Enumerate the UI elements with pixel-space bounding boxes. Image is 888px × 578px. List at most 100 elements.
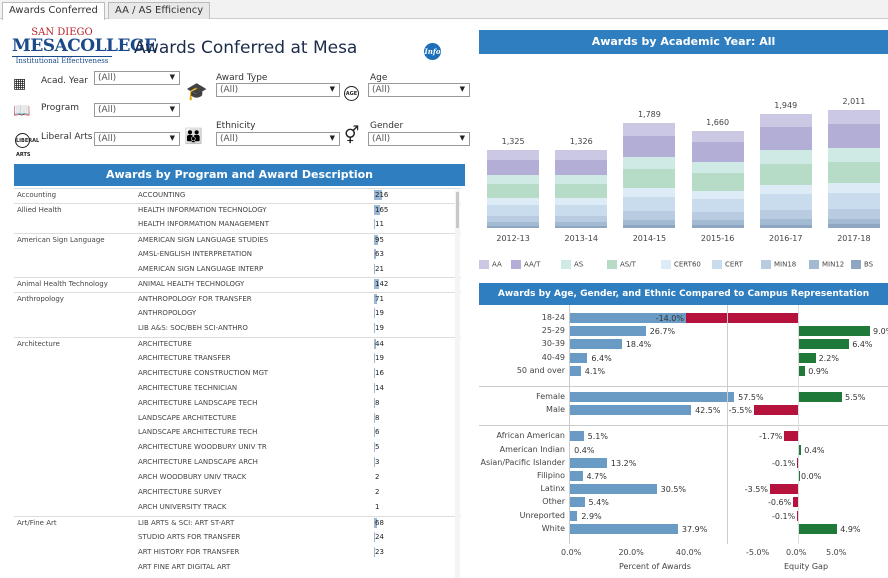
table-row[interactable]: ARCHITECTURE LANDSCAPE TECH 8: [14, 397, 461, 409]
table-row[interactable]: LIB A&S: SOC/BEH SCI-ANTHRO 19: [14, 322, 461, 334]
year-bar-2017-18[interactable]: [827, 110, 880, 228]
table-row[interactable]: ARCH WOODBURY UNIV TRACK 2: [14, 471, 461, 483]
legend-item-min18[interactable]: MIN18: [761, 260, 796, 269]
percent-bar[interactable]: [569, 326, 646, 337]
table-row[interactable]: HEALTH INFORMATION MANAGEMENT 11: [14, 218, 461, 230]
gap-bar[interactable]: [798, 352, 816, 363]
x-tick-right: -5.0%: [746, 548, 770, 557]
award-description: ARCHITECTURE SURVEY: [138, 488, 222, 496]
bar-segment-bs: [555, 225, 608, 228]
year-total-label: 1,949: [774, 100, 798, 110]
gap-bar[interactable]: [784, 431, 798, 442]
legend-item-cert60[interactable]: CERT60: [661, 260, 701, 269]
info-icon[interactable]: Info: [424, 43, 441, 60]
percent-bar[interactable]: [569, 405, 692, 416]
table-row[interactable]: AMERICAN SIGN LANGUAGE INTERP 21: [14, 263, 461, 275]
percent-bar[interactable]: [569, 392, 735, 402]
gender-select[interactable]: (All) ▼: [368, 132, 470, 146]
year-bar-2015-16[interactable]: [691, 130, 744, 228]
chevron-down-icon: ▼: [329, 134, 335, 142]
table-row[interactable]: Architecture ARCHITECTURE 44: [14, 337, 461, 349]
award-description: ACCOUNTING: [138, 191, 186, 199]
table-row[interactable]: ANTHROPOLOGY 19: [14, 307, 461, 319]
year-bar-2014-15[interactable]: [623, 123, 676, 228]
table-row[interactable]: ARCHITECTURE TRANSFER 19: [14, 352, 461, 364]
table-row[interactable]: Accounting ACCOUNTING 216: [14, 188, 461, 200]
acad-year-select[interactable]: (All) ▼: [94, 71, 180, 85]
legend-item-as[interactable]: AS: [561, 260, 583, 269]
gap-bar[interactable]: [770, 484, 798, 495]
legend-item-min12[interactable]: MIN12: [809, 260, 844, 269]
bar-segment-min18: [691, 212, 744, 221]
bar-segment-aa: [827, 110, 880, 125]
gap-bar[interactable]: [798, 392, 842, 402]
tab-aa-as-efficiency[interactable]: AA / AS Efficiency: [108, 2, 211, 19]
gap-bar[interactable]: [754, 405, 798, 416]
gap-bar[interactable]: [798, 339, 850, 350]
chevron-down-icon: ▼: [459, 134, 465, 142]
percent-bar[interactable]: [569, 497, 585, 508]
gap-bar[interactable]: [686, 313, 798, 323]
percent-bar[interactable]: [569, 339, 622, 350]
scrollbar-track[interactable]: [455, 190, 460, 578]
year-bar-2016-17[interactable]: [759, 113, 812, 228]
table-row[interactable]: LANDSCAPE ARCHITECTURE TECH 6: [14, 426, 461, 438]
percent-bar[interactable]: [569, 352, 588, 363]
award-type-select[interactable]: (All) ▼: [216, 83, 340, 97]
bar-segment-min18: [827, 209, 880, 219]
legend-item-bs[interactable]: BS: [851, 260, 873, 269]
tab-awards-conferred[interactable]: Awards Conferred: [2, 2, 105, 20]
percent-bar[interactable]: [569, 431, 584, 442]
percent-bar[interactable]: [569, 471, 583, 481]
percent-bar[interactable]: [569, 365, 581, 376]
legend-item-aa-t[interactable]: AA/T: [511, 260, 540, 269]
liberal-arts-select[interactable]: (All) ▼: [94, 132, 180, 146]
tab-bar: Awards Conferred AA / AS Efficiency: [0, 0, 888, 20]
gap-value: 6.4%: [852, 340, 873, 350]
table-row[interactable]: Anthropology ANTHROPOLOGY FOR TRANSFER 71: [14, 292, 461, 305]
ethnicity-label: Ethnicity: [216, 121, 256, 131]
table-row[interactable]: ARCHITECTURE SURVEY 2: [14, 486, 461, 498]
table-row[interactable]: ARCHITECTURE WOODBURY UNIV TR 5: [14, 441, 461, 453]
age-select[interactable]: (All) ▼: [368, 83, 470, 97]
table-row[interactable]: LANDSCAPE ARCHITECTURE 8: [14, 412, 461, 424]
ethnicity-select[interactable]: (All) ▼: [216, 132, 340, 146]
x-axis-title-left: Percent of Awards: [619, 562, 691, 571]
percent-bar[interactable]: [569, 484, 657, 495]
table-row[interactable]: ARCH UNIVERSITY TRACK 1: [14, 501, 461, 513]
legend-item-as-t[interactable]: AS/T: [607, 260, 636, 269]
table-row[interactable]: ART FINE ART DIGITAL ART: [14, 561, 461, 573]
legend-label: CERT: [725, 260, 743, 269]
table-row[interactable]: ARCHITECTURE TECHNICIAN 14: [14, 382, 461, 394]
table-row[interactable]: STUDIO ARTS FOR TRANSFER 24: [14, 531, 461, 543]
table-row[interactable]: Animal Health Technology ANIMAL HEALTH TE…: [14, 277, 461, 290]
legend-item-cert[interactable]: CERT: [712, 260, 743, 269]
bar-segment-cert: [759, 193, 812, 210]
gap-bar[interactable]: [798, 523, 838, 534]
table-row[interactable]: Art/Fine Art LIB ARTS & SCI: ART ST-ART 68: [14, 515, 461, 528]
x-tick-left: 40.0%: [675, 548, 702, 557]
gap-bar[interactable]: [798, 365, 806, 376]
table-row[interactable]: ARCHITECTURE CONSTRUCTION MGT 16: [14, 367, 461, 379]
table-row[interactable]: ART HISTORY FOR TRANSFER 23: [14, 546, 461, 558]
group-divider: [479, 425, 888, 427]
scrollbar-thumb[interactable]: [456, 192, 459, 228]
program-select[interactable]: (All) ▼: [94, 103, 180, 117]
gap-bar[interactable]: [798, 326, 870, 337]
year-bar-2012-13[interactable]: [487, 150, 540, 228]
table-row[interactable]: ARCHITECTURE LANDSCAPE ARCH 3: [14, 456, 461, 468]
category-label: 40-49: [541, 352, 565, 362]
percent-bar[interactable]: [569, 510, 578, 521]
table-row[interactable]: AMSL-ENGLISH INTERPRETATION 63: [14, 248, 461, 260]
legend-item-aa[interactable]: AA: [479, 260, 502, 269]
table-row[interactable]: Allied Health HEALTH INFORMATION TECHNOLO…: [14, 202, 461, 215]
gap-value: -0.1%: [771, 511, 796, 521]
percent-bar[interactable]: [569, 523, 678, 534]
legend-swatch: [761, 260, 771, 269]
percent-bar[interactable]: [569, 457, 607, 468]
program-name: Art/Fine Art: [17, 518, 57, 527]
year-bar-2013-14[interactable]: [555, 150, 608, 228]
award-count: 24: [375, 532, 384, 541]
table-row[interactable]: American Sign Language AMERICAN SIGN LANG…: [14, 232, 461, 245]
award-count: 16: [375, 368, 384, 377]
